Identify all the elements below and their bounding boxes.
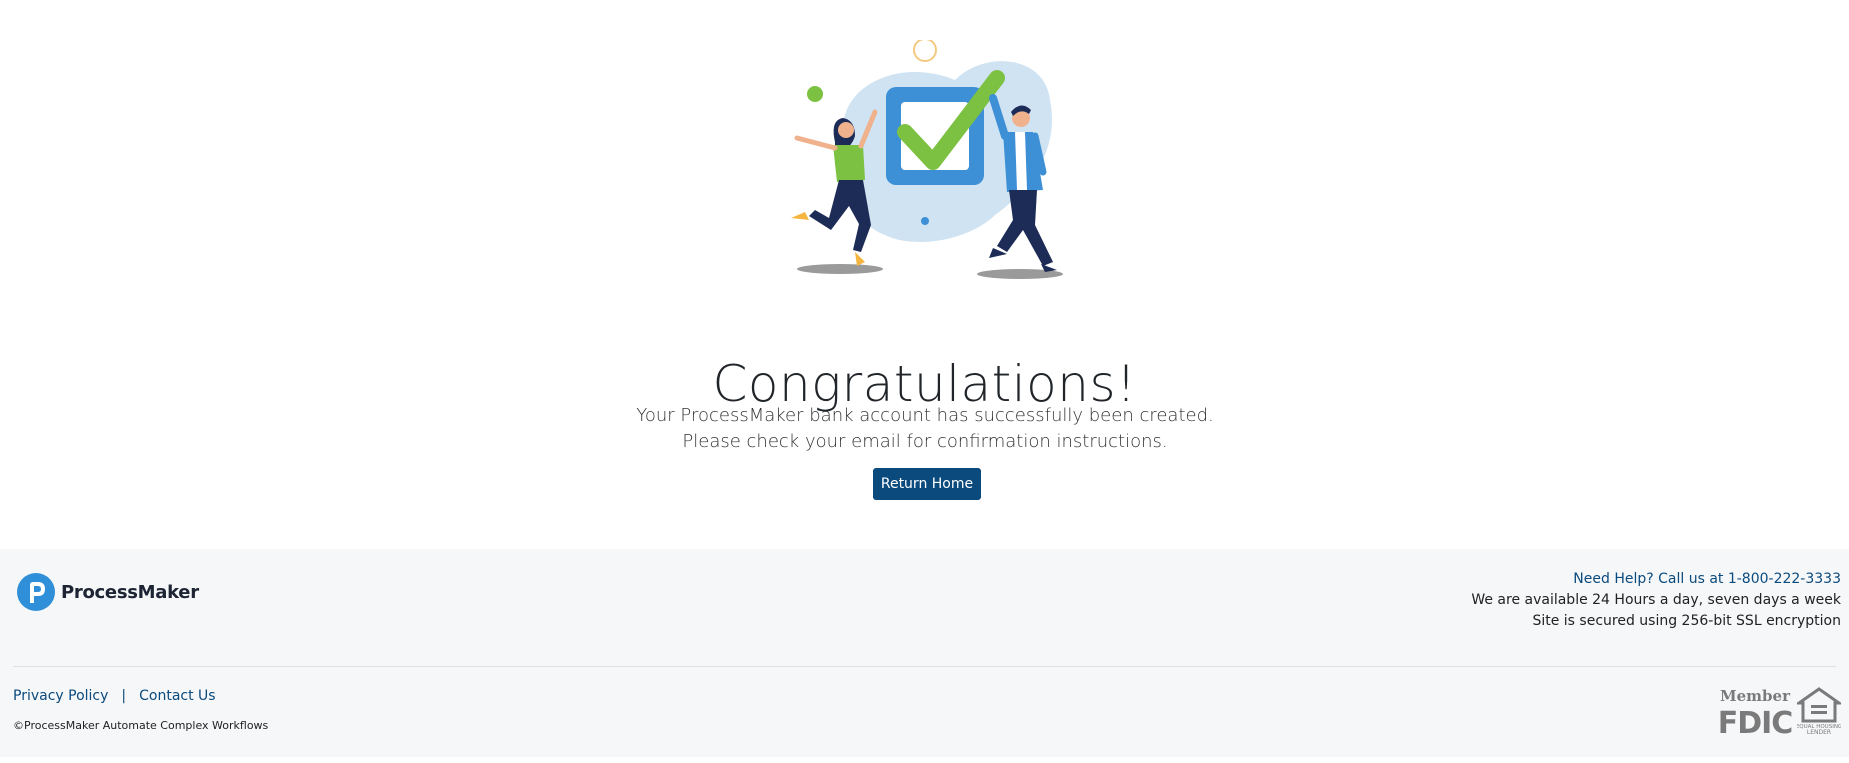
equal-housing-lender-icon: EQUAL HOUSING LENDER [1797, 687, 1841, 735]
availability-text: We are available 24 Hours a day, seven d… [1471, 592, 1841, 608]
security-text: Site is secured using 256-bit SSL encryp… [1532, 613, 1841, 629]
help-info: Need Help? Call us at 1-800-222-3333 We … [1471, 569, 1841, 632]
help-phone[interactable]: Need Help? Call us at 1-800-222-3333 [1471, 569, 1841, 590]
svg-text:LENDER: LENDER [1807, 729, 1831, 735]
return-home-button[interactable]: Return Home [873, 468, 981, 500]
compliance-badges: Member FDIC EQUAL HOUSING LENDER [1717, 687, 1841, 735]
confirmation-section: Congratulations! Your ProcessMaker bank … [0, 0, 1849, 549]
brand[interactable]: ProcessMaker [17, 573, 199, 611]
contact-us-link[interactable]: Contact Us [139, 688, 215, 704]
fdic-logo-icon: Member FDIC [1718, 687, 1793, 735]
svg-text:FDIC: FDIC [1718, 706, 1793, 735]
celebration-illustration [791, 40, 1063, 279]
footer-links: Privacy Policy | Contact Us [13, 688, 216, 704]
brand-name: ProcessMaker [61, 581, 199, 603]
link-separator: | [121, 688, 127, 704]
confirmation-message: Your ProcessMaker bank account has succe… [636, 405, 1214, 452]
processmaker-logo-icon [17, 573, 55, 611]
privacy-policy-link[interactable]: Privacy Policy [13, 688, 108, 704]
site-footer: ProcessMaker Need Help? Call us at 1-800… [0, 549, 1849, 757]
copyright-text: ©ProcessMaker Automate Complex Workflows [13, 719, 269, 732]
svg-text:Member: Member [1720, 687, 1791, 705]
footer-divider [13, 666, 1836, 667]
